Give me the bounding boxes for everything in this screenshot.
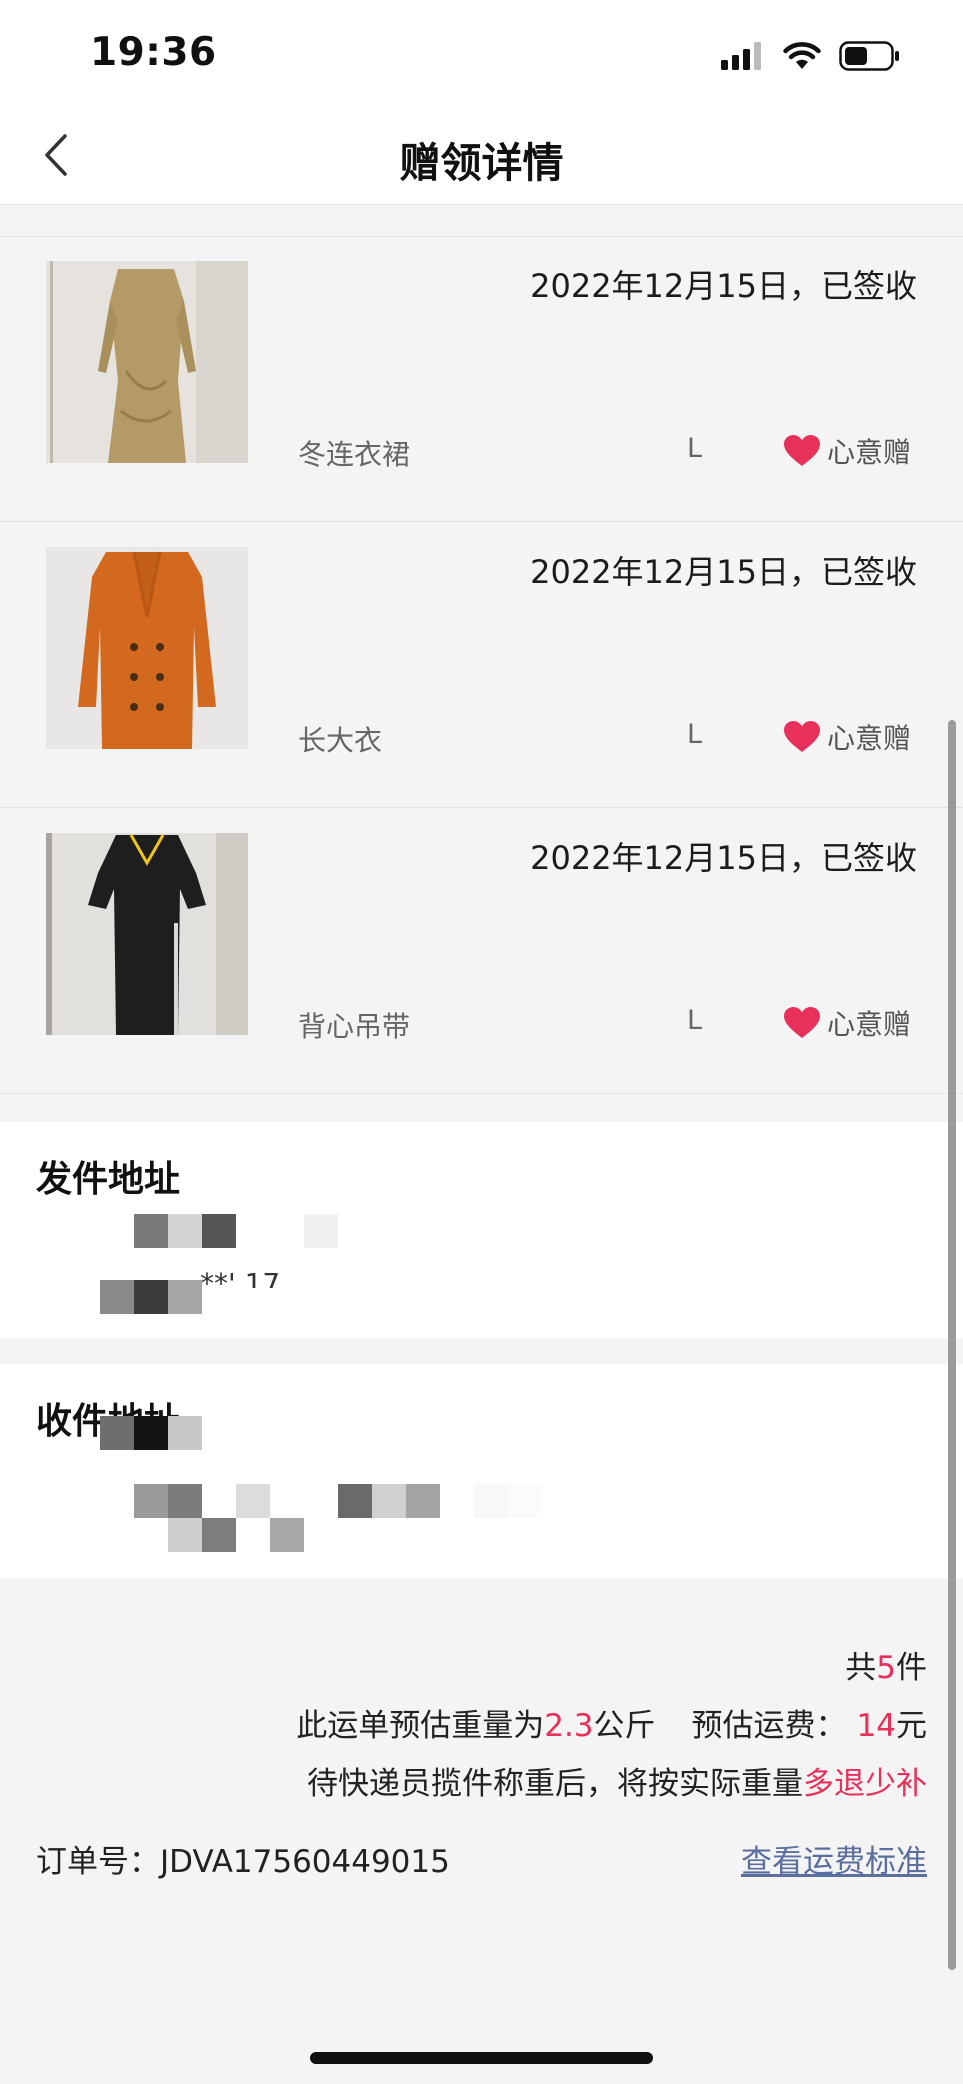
- dress-photo: [46, 261, 248, 463]
- sender-address-card: 发件地址 **' 17: [0, 1122, 963, 1338]
- redacted-sender-name: [134, 1214, 338, 1248]
- fee-standard-link[interactable]: 查看运费标准: [741, 1836, 927, 1881]
- gift-tag-label: 心意赠: [826, 722, 911, 755]
- cellular-signal-icon: [721, 42, 761, 70]
- refund-note-text: 待快递员揽件称重后，将按实际重量: [307, 1766, 803, 1802]
- order-number-label: 订单号：: [36, 1844, 160, 1880]
- list-item[interactable]: 2022年12月15日，已签收 长大衣 L 心意赠: [0, 523, 963, 808]
- refund-note: 待快递员揽件称重后，将按实际重量多退少补: [307, 1758, 927, 1803]
- coat-photo: [46, 547, 248, 749]
- weight-value: 2.3: [544, 1708, 594, 1744]
- heart-icon: [783, 435, 820, 466]
- item-count-value: 5: [876, 1650, 896, 1686]
- gift-tag: 心意赠: [783, 717, 911, 757]
- weight-prefix: 此运单预估重量为: [296, 1708, 545, 1744]
- wifi-icon: [783, 42, 821, 69]
- item-count-prefix: 共: [845, 1650, 877, 1686]
- gift-tag: 心意赠: [783, 431, 911, 471]
- fee-label: 预估运费：: [691, 1708, 847, 1744]
- order-number: 订单号：JDVA17560449015: [36, 1836, 450, 1881]
- weight-unit: 公斤: [593, 1708, 656, 1744]
- home-indicator[interactable]: [310, 2052, 653, 2064]
- order-number-value: JDVA17560449015: [160, 1844, 450, 1880]
- status-bar: 19:36: [0, 0, 963, 105]
- redacted-sender-address: [100, 1280, 202, 1314]
- item-size: L: [687, 433, 703, 464]
- refund-note-highlight: 多退少补: [803, 1766, 927, 1802]
- sender-phone-partial: **' 17: [200, 1267, 281, 1288]
- item-size: L: [687, 719, 703, 750]
- scrollbar[interactable]: [948, 720, 956, 1970]
- item-count: 共5件: [845, 1642, 927, 1687]
- redacted-receiver-phone: [134, 1484, 542, 1518]
- jumpsuit-photo: [46, 833, 248, 1035]
- weight-fee-line: 此运单预估重量为2.3公斤 预估运费： 14元: [296, 1700, 927, 1745]
- list-item[interactable]: 2022年12月15日，已签收 冬连衣裙 L 心意赠: [0, 237, 963, 522]
- gift-tag-label: 心意赠: [826, 1008, 911, 1041]
- gift-tag: 心意赠: [783, 1003, 911, 1043]
- gift-tag-label: 心意赠: [826, 436, 911, 469]
- item-date-status: 2022年12月15日，已签收: [530, 267, 917, 305]
- item-name: 背心吊带: [298, 1010, 411, 1043]
- sender-address-title: 发件地址: [36, 1159, 181, 1200]
- item-date-status: 2022年12月15日，已签收: [530, 553, 917, 591]
- status-icons: [721, 38, 901, 74]
- page-title: 赠领详情: [399, 139, 564, 187]
- item-size: L: [687, 1005, 703, 1036]
- status-time: 19:36: [90, 30, 217, 75]
- heart-icon: [783, 1007, 820, 1038]
- nav-bar: 赠领详情: [0, 105, 963, 205]
- redacted-receiver-address: [168, 1518, 304, 1552]
- heart-icon: [783, 721, 820, 752]
- item-name: 冬连衣裙: [298, 438, 411, 471]
- battery-icon: [839, 41, 899, 71]
- item-date-status: 2022年12月15日，已签收: [530, 839, 917, 877]
- list-item[interactable]: 2022年12月15日，已签收 背心吊带 L 心意赠: [0, 809, 963, 1094]
- receiver-address-card: 收件地址: [0, 1364, 963, 1578]
- item-count-suffix: 件: [896, 1650, 927, 1686]
- fee-value: 14: [856, 1708, 896, 1744]
- fee-unit: 元: [896, 1708, 927, 1744]
- item-name: 长大衣: [298, 724, 383, 757]
- redacted-receiver-name: [100, 1416, 202, 1450]
